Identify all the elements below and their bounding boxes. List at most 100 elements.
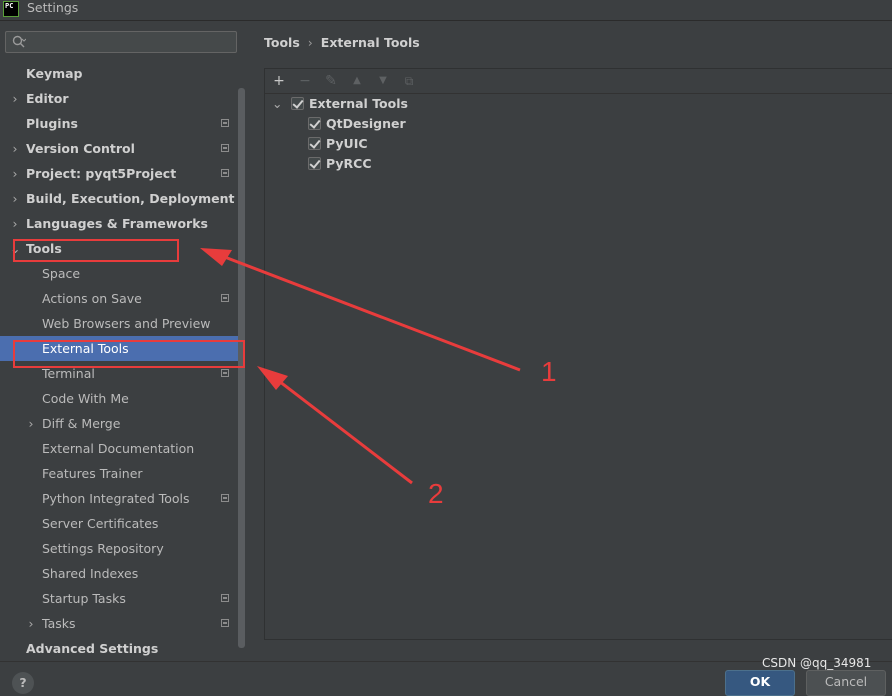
sidebar-item-label: Settings Repository	[42, 541, 164, 556]
sidebar-item[interactable]: Advanced Settings	[0, 636, 238, 661]
chevron-right-icon[interactable]: ›	[10, 136, 20, 161]
project-scope-icon	[221, 494, 229, 502]
sidebar-item-label: Server Certificates	[42, 516, 159, 531]
chevron-right-icon[interactable]: ›	[10, 161, 20, 186]
chevron-right-icon[interactable]: ›	[10, 211, 20, 236]
search-icon	[12, 35, 26, 48]
tool-group-checkbox[interactable]	[291, 97, 304, 110]
tool-row[interactable]: PyRCC	[308, 154, 468, 174]
sidebar-item-label: Code With Me	[42, 391, 129, 406]
sidebar-item-label: External Tools	[42, 341, 129, 356]
external-tools-toolbar: + − ✎ ▲ ▼ ⧉	[265, 69, 892, 94]
tool-checkbox[interactable]	[308, 157, 321, 170]
project-scope-icon	[221, 594, 229, 602]
sidebar-item-label: Shared Indexes	[42, 566, 139, 581]
sidebar-item[interactable]: Space	[0, 261, 238, 286]
breadcrumb-separator-icon: ›	[307, 35, 313, 50]
remove-icon[interactable]: −	[296, 72, 314, 90]
tool-checkbox[interactable]	[308, 117, 321, 130]
settings-sidebar: Keymap › Editor Plugins › Version Control › Pro…	[0, 21, 248, 661]
sidebar-item-label: Project: pyqt5Project	[26, 166, 177, 181]
sidebar-item[interactable]: External Tools	[0, 336, 238, 361]
window-title: Settings	[27, 0, 79, 15]
sidebar-item[interactable]: › Project: pyqt5Project	[0, 161, 238, 186]
breadcrumb-current: External Tools	[320, 35, 420, 50]
sidebar-item-label: Version Control	[26, 141, 135, 156]
sidebar-item[interactable]: Keymap	[0, 61, 238, 86]
title-bar: PC Settings	[0, 0, 892, 21]
sidebar-item[interactable]: Terminal	[0, 361, 238, 386]
chevron-down-icon[interactable]: ⌄	[272, 94, 282, 114]
project-scope-icon	[221, 169, 229, 177]
ok-button[interactable]: OK	[725, 670, 795, 696]
sidebar-item[interactable]: Web Browsers and Preview	[0, 311, 238, 336]
move-up-icon[interactable]: ▲	[348, 72, 366, 90]
cancel-button[interactable]: Cancel	[806, 670, 886, 696]
sidebar-item[interactable]: Code With Me	[0, 386, 238, 411]
dialog-footer: ? OK Cancel	[0, 661, 892, 696]
sidebar-item-label: Tasks	[42, 616, 76, 631]
sidebar-item-label: Editor	[26, 91, 69, 106]
add-icon[interactable]: +	[270, 72, 288, 90]
tool-group-row[interactable]: ⌄ External Tools	[272, 94, 472, 114]
sidebar-item[interactable]: › Version Control	[0, 136, 238, 161]
sidebar-item[interactable]: Server Certificates	[0, 511, 238, 536]
settings-search-input[interactable]	[5, 31, 237, 53]
pycharm-logo-icon: PC	[3, 1, 19, 17]
sidebar-item-label: External Documentation	[42, 441, 195, 456]
move-down-icon[interactable]: ▼	[374, 72, 392, 90]
breadcrumb: Tools › External Tools	[264, 35, 420, 50]
project-scope-icon	[221, 119, 229, 127]
tool-row[interactable]: QtDesigner	[308, 114, 468, 134]
chevron-right-icon[interactable]: ›	[10, 86, 20, 111]
chevron-right-icon[interactable]: ›	[10, 186, 20, 211]
sidebar-item-label: Python Integrated Tools	[42, 491, 190, 506]
chevron-right-icon[interactable]: ›	[26, 411, 36, 436]
help-icon[interactable]: ?	[12, 672, 34, 694]
sidebar-item-label: Advanced Settings	[26, 641, 159, 656]
sidebar-item[interactable]: ⌄ Tools	[0, 236, 238, 261]
sidebar-item[interactable]: › Languages & Frameworks	[0, 211, 238, 236]
project-scope-icon	[221, 294, 229, 302]
sidebar-item[interactable]: Features Trainer	[0, 461, 238, 486]
tool-row[interactable]: PyUIC	[308, 134, 468, 154]
sidebar-item[interactable]: Startup Tasks	[0, 586, 238, 611]
tool-label: PyRCC	[326, 156, 372, 171]
project-scope-icon	[221, 619, 229, 627]
sidebar-item-label: Keymap	[26, 66, 83, 81]
project-scope-icon	[221, 369, 229, 377]
chevron-down-icon[interactable]: ⌄	[10, 236, 20, 261]
project-scope-icon	[221, 144, 229, 152]
chevron-right-icon[interactable]: ›	[26, 611, 36, 636]
sidebar-item-label: Plugins	[26, 116, 78, 131]
watermark: CSDN @qq_34981	[762, 656, 872, 670]
sidebar-item[interactable]: Settings Repository	[0, 536, 238, 561]
external-tools-panel: + − ✎ ▲ ▼ ⧉ ⌄ External Tools QtDesigner …	[264, 68, 892, 640]
sidebar-item-label: Space	[42, 266, 81, 281]
sidebar-item[interactable]: Actions on Save	[0, 286, 238, 311]
sidebar-item[interactable]: Plugins	[0, 111, 238, 136]
sidebar-item[interactable]: › Editor	[0, 86, 238, 111]
tool-label: PyUIC	[326, 136, 368, 151]
sidebar-item-label: Actions on Save	[42, 291, 142, 306]
sidebar-item-label: Build, Execution, Deployment	[26, 191, 235, 206]
sidebar-item[interactable]: › Tasks	[0, 611, 238, 636]
sidebar-scrollbar[interactable]	[238, 88, 245, 648]
tool-group-label: External Tools	[309, 96, 408, 111]
sidebar-item-label: Terminal	[42, 366, 95, 381]
copy-icon[interactable]: ⧉	[400, 72, 418, 90]
sidebar-item-label: Tools	[26, 241, 62, 256]
sidebar-item-label: Features Trainer	[42, 466, 143, 481]
sidebar-item[interactable]: Python Integrated Tools	[0, 486, 238, 511]
sidebar-item[interactable]: › Build, Execution, Deployment	[0, 186, 238, 211]
sidebar-item[interactable]: › Diff & Merge	[0, 411, 238, 436]
sidebar-item[interactable]: Shared Indexes	[0, 561, 238, 586]
tool-checkbox[interactable]	[308, 137, 321, 150]
settings-content: Tools › External Tools + − ✎ ▲ ▼ ⧉ ⌄ Exter…	[248, 21, 892, 661]
sidebar-item[interactable]: External Documentation	[0, 436, 238, 461]
sidebar-item-label: Diff & Merge	[42, 416, 121, 431]
tool-label: QtDesigner	[326, 116, 406, 131]
sidebar-item-label: Languages & Frameworks	[26, 216, 208, 231]
edit-icon[interactable]: ✎	[322, 72, 340, 90]
breadcrumb-parent[interactable]: Tools	[264, 35, 300, 50]
